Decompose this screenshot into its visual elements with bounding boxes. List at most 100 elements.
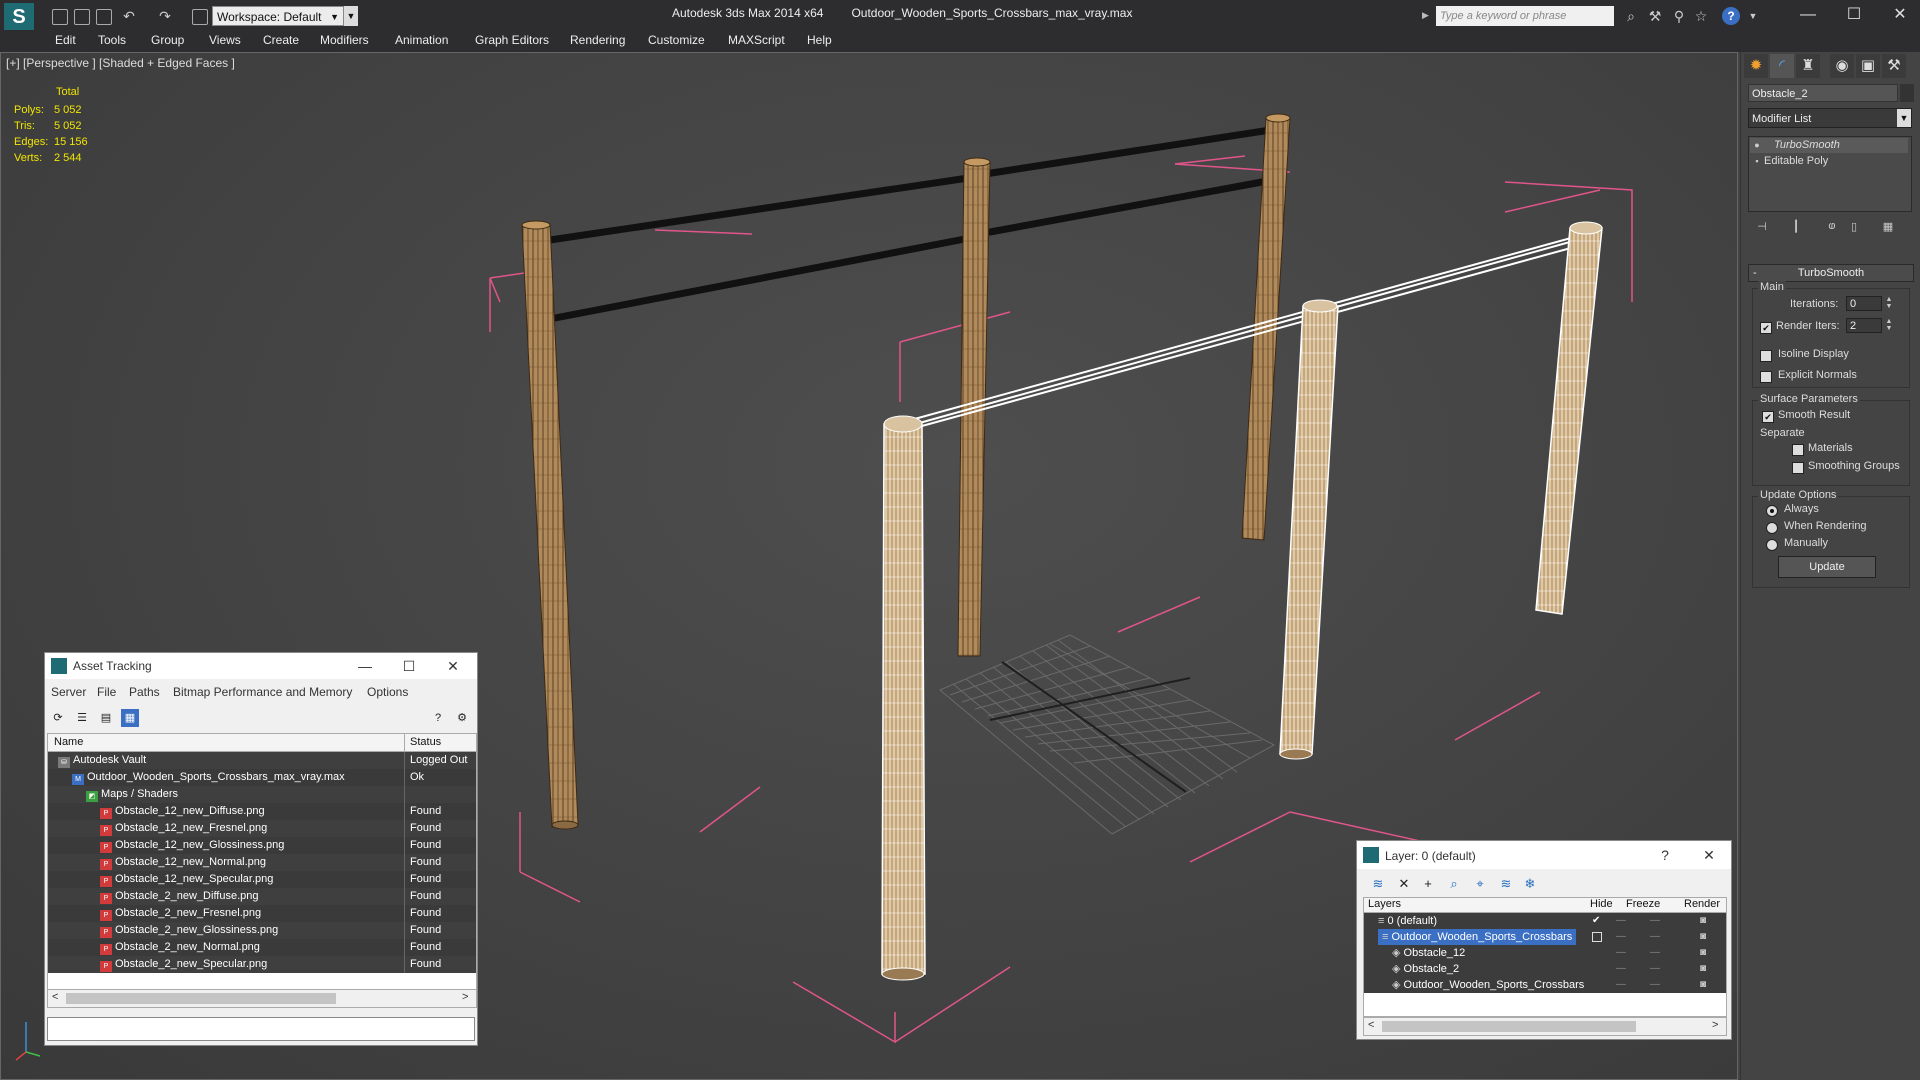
render-toggle-icon[interactable]: ◙ <box>1700 929 1706 945</box>
menu-help[interactable]: Help <box>807 31 832 49</box>
asset-row[interactable]: P Obstacle_2_new_Normal.png Found <box>48 939 476 956</box>
hide-toggle-icon[interactable]: — <box>1616 977 1626 993</box>
open-file-icon[interactable] <box>74 9 90 25</box>
asset-row[interactable]: P Obstacle_2_new_Diffuse.png Found <box>48 888 476 905</box>
scroll-left-icon[interactable]: < <box>1368 1019 1374 1031</box>
menu-animation[interactable]: Animation <box>395 31 448 49</box>
create-tab-icon[interactable]: ✹ <box>1744 54 1768 78</box>
binoculars-icon[interactable]: ⌕ <box>1622 8 1640 24</box>
delete-layer-icon[interactable]: ✕ <box>1395 875 1413 893</box>
asset-path-field[interactable] <box>47 1017 475 1041</box>
layer-row[interactable]: ◈ Obstacle_2 — — ◙ <box>1364 961 1726 977</box>
spinner-arrows-icon[interactable]: ▲ ▼ <box>1884 296 1894 311</box>
asset-row[interactable]: P Obstacle_12_new_Specular.png Found <box>48 871 476 888</box>
add-to-layer-icon[interactable]: + <box>1419 875 1437 893</box>
layer-row[interactable]: ◈ Obstacle_12 — — ◙ <box>1364 945 1726 961</box>
update-button[interactable]: Update <box>1778 556 1876 578</box>
active-layer-checkmark-icon[interactable]: ✔ <box>1592 913 1600 929</box>
explicit-normals-checkbox[interactable] <box>1760 371 1772 383</box>
asset-menu-bitmap-performance[interactable]: Bitmap Performance and Memory <box>173 685 352 699</box>
remove-modifier-icon[interactable]: ▯ <box>1846 220 1862 236</box>
layer-row[interactable]: ≡ 0 (default) ✔ — — ◙ <box>1364 913 1726 929</box>
make-unique-icon[interactable]: ⱷ <box>1824 220 1840 236</box>
freeze-toggle-icon[interactable]: — <box>1650 945 1660 961</box>
hide-toggle-icon[interactable]: — <box>1616 945 1626 961</box>
smooth-result-checkbox[interactable]: ✔ <box>1762 411 1774 423</box>
highlight-selected-icon[interactable]: ⌖ <box>1471 875 1489 893</box>
asset-row[interactable]: ⛁ Autodesk Vault Logged Out <box>48 752 476 769</box>
vault-help-icon[interactable]: ⚙ <box>453 709 471 727</box>
communication-center-icon[interactable]: ⚒ <box>1646 8 1664 24</box>
freeze-toggle-icon[interactable]: — <box>1650 977 1660 993</box>
when-rendering-radio[interactable] <box>1766 522 1778 534</box>
maximize-button[interactable]: ☐ <box>1834 3 1874 27</box>
lightbulb-icon[interactable]: ● <box>1750 138 1764 153</box>
layer-help-button[interactable]: ? <box>1643 842 1687 868</box>
asset-horizontal-scrollbar[interactable]: < > <box>47 989 477 1008</box>
display-tab-icon[interactable]: ▣ <box>1856 54 1880 78</box>
stack-item-turbosmooth[interactable]: ● TurboSmooth <box>1750 138 1908 153</box>
hide-toggle-icon[interactable]: — <box>1616 929 1626 945</box>
asset-menu-file[interactable]: File <box>97 685 116 699</box>
menu-tools[interactable]: Tools <box>98 31 126 49</box>
modify-tab-icon[interactable]: ◜ <box>1770 54 1794 78</box>
scroll-right-icon[interactable]: > <box>1712 1019 1718 1031</box>
asset-row[interactable]: M Outdoor_Wooden_Sports_Crossbars_max_vra… <box>48 769 476 786</box>
search-input[interactable]: Type a keyword or phrase <box>1436 6 1614 26</box>
materials-checkbox[interactable] <box>1792 444 1804 456</box>
asset-menu-paths[interactable]: Paths <box>129 685 160 699</box>
scroll-thumb[interactable] <box>1382 1021 1636 1032</box>
close-button[interactable]: ✕ <box>1880 3 1920 27</box>
save-file-icon[interactable] <box>96 9 112 25</box>
utilities-tab-icon[interactable]: ⚒ <box>1882 54 1906 78</box>
asset-close-button[interactable]: ✕ <box>431 653 475 679</box>
subscription-icon[interactable]: ⚲ <box>1670 8 1688 24</box>
menu-group[interactable]: Group <box>151 31 184 49</box>
table-view-icon[interactable]: ▦ <box>121 709 139 727</box>
asset-row[interactable]: P Obstacle_12_new_Normal.png Found <box>48 854 476 871</box>
render-toggle-icon[interactable]: ◙ <box>1700 977 1706 993</box>
undo-icon[interactable]: ↶ <box>120 8 138 24</box>
thumbnail-view-icon[interactable]: ▤ <box>97 709 115 727</box>
menu-views[interactable]: Views <box>209 31 241 49</box>
column-header-freeze[interactable]: Freeze <box>1626 898 1660 910</box>
project-folder-icon[interactable] <box>192 9 208 25</box>
column-divider[interactable] <box>404 734 405 751</box>
isoline-display-checkbox[interactable] <box>1760 350 1772 362</box>
hierarchy-tab-icon[interactable]: ♜ <box>1796 54 1820 78</box>
new-layer-icon[interactable]: ≋ <box>1369 875 1387 893</box>
search-expand-icon[interactable]: ▶ <box>1422 10 1429 21</box>
hide-unhide-all-icon[interactable]: ≋ <box>1497 875 1515 893</box>
column-header-layers[interactable]: Layers <box>1368 898 1401 910</box>
motion-tab-icon[interactable]: ◉ <box>1830 54 1854 78</box>
asset-maximize-button[interactable]: ☐ <box>387 653 431 679</box>
help-dropdown-icon[interactable]: ▼ <box>1744 8 1762 24</box>
scroll-thumb[interactable] <box>66 993 336 1004</box>
show-end-result-icon[interactable]: ┃ <box>1788 220 1804 236</box>
menu-maxscript[interactable]: MAXScript <box>728 31 785 49</box>
stack-item-editable-poly[interactable]: ▪ Editable Poly <box>1750 154 1908 169</box>
hide-toggle-icon[interactable]: — <box>1616 913 1626 929</box>
render-iters-checkbox[interactable]: ✔ <box>1760 322 1772 334</box>
hide-toggle-icon[interactable]: — <box>1616 961 1626 977</box>
expand-plus-icon[interactable]: ▪ <box>1750 154 1764 169</box>
scroll-right-icon[interactable]: > <box>462 991 468 1003</box>
freeze-toggle-icon[interactable]: — <box>1650 961 1660 977</box>
menu-graph-editors[interactable]: Graph Editors <box>475 31 549 49</box>
asset-menu-options[interactable]: Options <box>367 685 408 699</box>
menu-customize[interactable]: Customize <box>648 31 705 49</box>
layer-row[interactable]: ◈ Outdoor_Wooden_Sports_Crossbars — — ◙ <box>1364 977 1726 993</box>
turbosmooth-rollout-header[interactable]: - TurboSmooth <box>1748 264 1914 282</box>
iterations-spinner[interactable]: 0 <box>1846 296 1882 311</box>
modifier-list-dropdown[interactable]: Modifier List ▼ <box>1748 108 1912 128</box>
asset-row[interactable]: ◩ Maps / Shaders <box>48 786 476 803</box>
menu-rendering[interactable]: Rendering <box>570 31 625 49</box>
render-toggle-icon[interactable]: ◙ <box>1700 945 1706 961</box>
asset-menu-server[interactable]: Server <box>51 685 86 699</box>
freeze-toggle-icon[interactable]: — <box>1650 929 1660 945</box>
asset-row[interactable]: P Obstacle_12_new_Glossiness.png Found <box>48 837 476 854</box>
freeze-toggle-icon[interactable]: — <box>1650 913 1660 929</box>
favorites-star-icon[interactable]: ☆ <box>1692 8 1710 24</box>
smoothing-groups-checkbox[interactable] <box>1792 462 1804 474</box>
viewport-label[interactable]: [+] [Perspective ] [Shaded + Edged Faces… <box>6 56 235 70</box>
